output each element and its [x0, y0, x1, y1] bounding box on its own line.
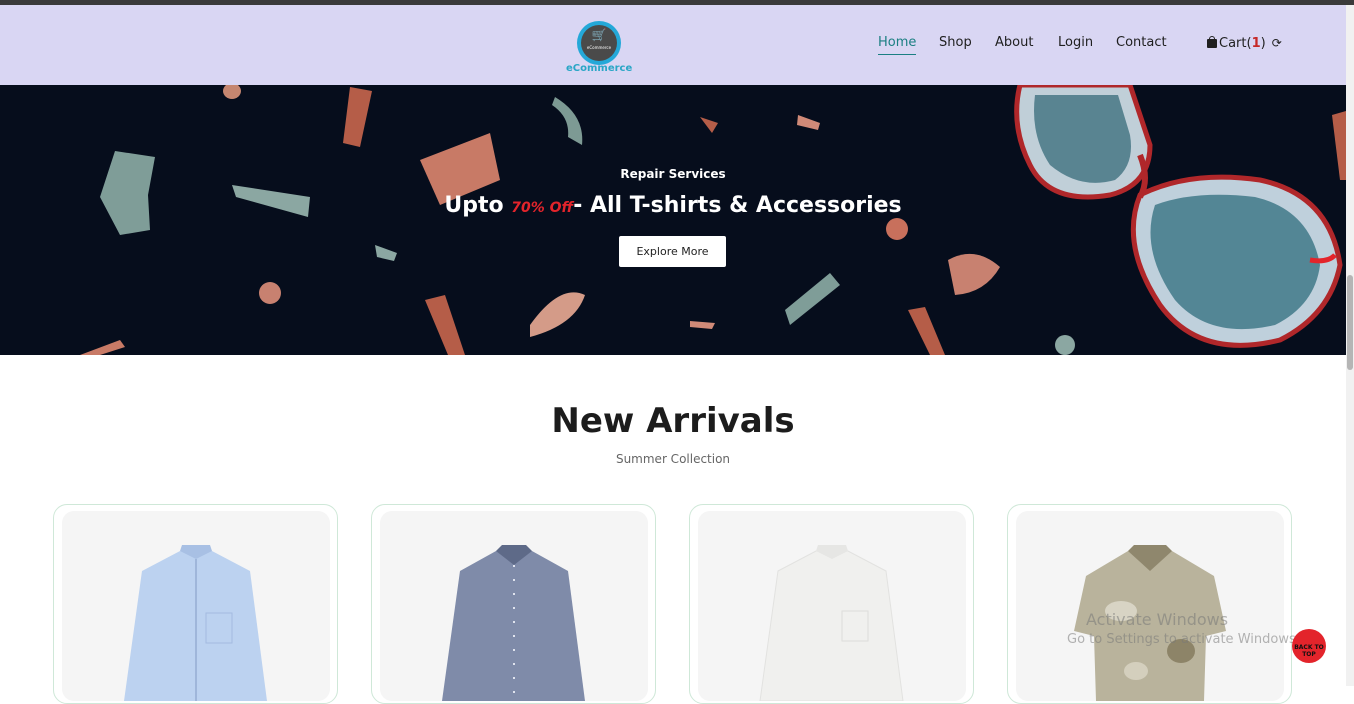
- product-image[interactable]: [698, 511, 966, 701]
- nav-about[interactable]: About: [995, 35, 1033, 50]
- logo[interactable]: 🛒 eCommerce eCommerce: [566, 21, 632, 77]
- scrollbar-thumb[interactable]: [1347, 275, 1353, 370]
- floral-pattern: [1124, 662, 1148, 680]
- sunglasses-image: [1014, 85, 1343, 348]
- hero-title-suffix: - All T-shirts & Accessories: [573, 193, 902, 218]
- section-subtitle: Summer Collection: [615, 452, 731, 466]
- site-header: 🛒 eCommerce eCommerce Home Shop About Lo…: [0, 5, 1346, 85]
- cart-close-paren: ): [1260, 36, 1266, 51]
- confetti-shape: [690, 321, 715, 329]
- logo-text: eCommerce: [566, 63, 633, 74]
- product-image[interactable]: [380, 511, 648, 701]
- section-title: New Arrivals: [551, 401, 795, 441]
- hero-subtitle: Repair Services: [620, 167, 726, 181]
- product-card[interactable]: [53, 504, 338, 704]
- confetti-shape: [700, 117, 718, 133]
- back-to-top-button[interactable]: BACK TO TOP: [1292, 629, 1326, 663]
- checked-navy-shirt-image: [442, 545, 585, 701]
- floral-beige-shirt-image: [1074, 545, 1226, 701]
- hero-title: Upto 70% Off- All T-shirts & Accessories: [0, 193, 1346, 218]
- windows-activation-watermark: Activate Windows: [1086, 610, 1229, 629]
- product-card[interactable]: [1007, 504, 1292, 704]
- logo-badge: 🛒 eCommerce: [577, 21, 621, 65]
- confetti-shape: [552, 97, 583, 145]
- cart-link[interactable]: Cart(1) ⟳: [1207, 36, 1282, 51]
- white-shirt-image: [759, 545, 904, 701]
- nav-login[interactable]: Login: [1058, 35, 1093, 50]
- shirt-body: [759, 550, 904, 701]
- hero-title-prefix: Upto: [444, 193, 512, 218]
- confetti-shape: [886, 218, 908, 240]
- hero-offer: 70% Off: [511, 200, 574, 216]
- nav-home[interactable]: Home: [878, 35, 917, 55]
- windows-activation-hint: Go to Settings to activate Windows.: [1067, 632, 1300, 647]
- product-card[interactable]: [689, 504, 974, 704]
- shopping-cart-icon: 🛒: [591, 28, 607, 42]
- confetti-shape: [530, 292, 585, 337]
- hero-banner: Repair Services Upto 70% Off- All T-shir…: [0, 85, 1346, 355]
- refresh-icon[interactable]: ⟳: [1272, 36, 1282, 50]
- logo-mini-text: eCommerce: [586, 45, 612, 50]
- confetti-shape: [80, 340, 125, 355]
- confetti-shape: [797, 115, 820, 130]
- cart-count: 1: [1251, 36, 1261, 51]
- light-blue-shirt-image: [124, 545, 267, 701]
- nav-shop[interactable]: Shop: [939, 35, 972, 50]
- nav-contact[interactable]: Contact: [1116, 35, 1167, 50]
- shopping-bag-icon: [1207, 36, 1217, 48]
- confetti-shape: [785, 273, 840, 325]
- confetti-shape: [223, 85, 241, 99]
- explore-more-button[interactable]: Explore More: [619, 236, 726, 267]
- confetti-shape: [343, 87, 372, 147]
- confetti-shape: [425, 295, 465, 355]
- product-image[interactable]: [1016, 511, 1284, 701]
- logo-inner: 🛒 eCommerce: [581, 25, 617, 61]
- product-card[interactable]: [371, 504, 656, 704]
- product-image[interactable]: [62, 511, 330, 701]
- confetti-shape: [908, 307, 945, 355]
- cart-label: Cart: [1219, 36, 1247, 51]
- confetti-shape: [259, 282, 281, 304]
- confetti-shape: [375, 245, 397, 261]
